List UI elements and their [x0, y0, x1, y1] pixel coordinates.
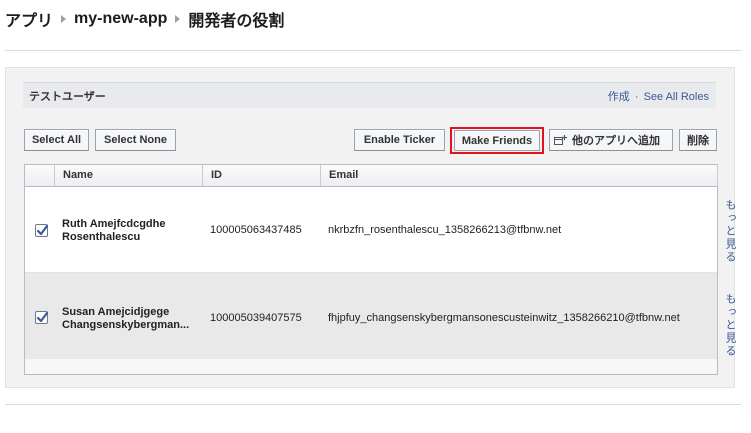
add-to-other-app-button[interactable]: 他のアプリへ追加 — [549, 129, 673, 151]
make-friends-button[interactable]: Make Friends — [454, 130, 540, 151]
column-header-id[interactable]: ID — [202, 165, 320, 186]
table-row[interactable]: Ruth Amejfcdcgdhe Rosenthalescu 10000506… — [25, 187, 717, 273]
column-header-select — [25, 165, 54, 186]
column-header-email[interactable]: Email — [320, 165, 717, 186]
see-more-link[interactable]: もっと見る — [724, 283, 739, 367]
separator-dot: · — [634, 90, 639, 103]
create-link[interactable]: 作成 — [608, 91, 630, 103]
breadcrumb-apps-link[interactable]: アプリ — [5, 7, 53, 31]
user-name-line1: Susan Amejcidjgege — [62, 306, 170, 318]
page-title: 開発者の役割 — [188, 13, 285, 30]
breadcrumb: アプリ my-new-app 開発者の役割 — [5, 6, 284, 32]
row-checkbox[interactable] — [35, 311, 49, 324]
breadcrumb-separator-icon — [175, 15, 181, 23]
user-email: fhjpfuy_changsenskybergmansonescusteinwi… — [328, 312, 680, 324]
user-name-line2: Rosenthalescu — [62, 231, 141, 243]
select-all-button[interactable]: Select All — [24, 129, 89, 151]
user-name: Ruth Amejfcdcgdhe Rosenthalescu — [62, 218, 202, 244]
table-header: Name ID Email — [25, 165, 718, 187]
column-header-actions — [717, 165, 726, 186]
see-all-roles-link[interactable]: See All Roles — [644, 91, 709, 103]
user-name-line2: Changsenskybergman... — [62, 319, 190, 331]
checkmark-icon — [36, 311, 49, 323]
user-id: 100005063437485 — [210, 224, 302, 236]
add-app-icon — [554, 134, 567, 146]
user-email: nkrbzfn_rosenthalescu_1358266213@tfbnw.n… — [328, 224, 562, 236]
make-friends-highlight: Make Friends — [450, 127, 544, 154]
test-users-table: Name ID Email Ruth Amejfcdcgdhe Rosentha… — [24, 164, 718, 375]
user-name-line1: Ruth Amejfcdcgdhe — [62, 218, 166, 230]
user-id: 100005039407575 — [210, 312, 302, 324]
add-to-other-app-label: 他のアプリへ追加 — [572, 135, 660, 147]
breadcrumb-app-link[interactable]: my-new-app — [74, 10, 167, 28]
section-actions: 作成 · See All Roles — [608, 88, 709, 104]
page: アプリ my-new-app 開発者の役割 テストユーザー 作成 · See A… — [0, 0, 751, 433]
section-header: テストユーザー 作成 · See All Roles — [23, 82, 716, 108]
section-title: テストユーザー — [29, 90, 106, 103]
breadcrumb-separator-icon — [61, 15, 67, 23]
row-checkbox[interactable] — [35, 224, 49, 237]
column-header-name[interactable]: Name — [54, 165, 202, 186]
enable-ticker-button[interactable]: Enable Ticker — [354, 129, 445, 151]
delete-button[interactable]: 削除 — [679, 129, 717, 151]
divider — [5, 50, 741, 51]
user-name: Susan Amejcidjgege Changsenskybergman... — [62, 306, 202, 332]
select-none-button[interactable]: Select None — [95, 129, 176, 151]
see-more-link[interactable]: もっと見る — [724, 188, 739, 274]
test-users-panel: テストユーザー 作成 · See All Roles Select All Se… — [5, 67, 735, 388]
table-row[interactable]: Susan Amejcidjgege Changsenskybergman...… — [25, 273, 717, 359]
divider — [5, 404, 741, 405]
checkmark-icon — [36, 224, 49, 236]
